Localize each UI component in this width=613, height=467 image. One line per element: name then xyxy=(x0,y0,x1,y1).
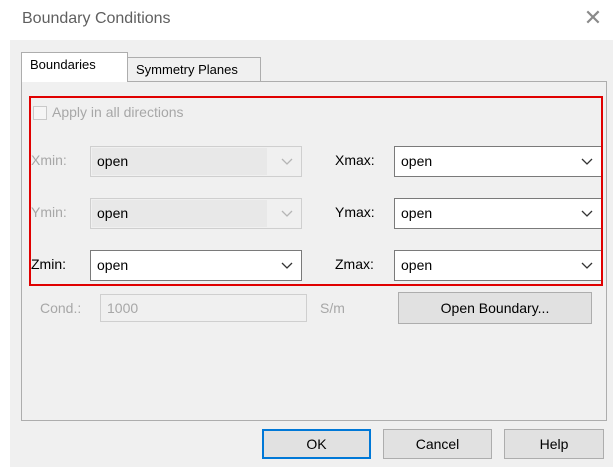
tab-boundaries[interactable]: Boundaries xyxy=(21,52,128,82)
chevron-down-icon xyxy=(281,210,293,217)
chevron-down-icon xyxy=(581,210,593,217)
ymax-value: open xyxy=(401,205,433,221)
tab-symmetry-planes-label: Symmetry Planes xyxy=(136,62,238,77)
xmax-label: Xmax: xyxy=(335,152,375,168)
chevron-down-icon xyxy=(581,262,593,269)
ymax-label: Ymax: xyxy=(335,204,375,220)
window-title: Boundary Conditions xyxy=(22,10,171,27)
zmax-select[interactable]: open xyxy=(394,250,602,281)
dialog-client: Boundaries Symmetry Planes Apply in all … xyxy=(10,40,613,467)
xmax-value: open xyxy=(401,153,433,169)
boundaries-panel: Apply in all directions Xmin: open Xmax:… xyxy=(21,81,607,421)
chevron-down-icon xyxy=(281,262,293,269)
chevron-down-icon xyxy=(281,158,293,165)
ok-button[interactable]: OK xyxy=(262,429,371,459)
ymin-label: Ymin: xyxy=(31,204,67,220)
xmax-select[interactable]: open xyxy=(394,146,602,177)
apply-all-checkbox[interactable] xyxy=(33,106,47,120)
apply-all-label: Apply in all directions xyxy=(52,104,184,120)
title-bar: Boundary Conditions ✕ xyxy=(0,0,613,40)
cond-unit: S/m xyxy=(320,300,345,316)
help-button[interactable]: Help xyxy=(504,429,604,459)
ymax-select[interactable]: open xyxy=(394,198,602,229)
ymin-value: open xyxy=(97,205,129,221)
open-boundary-button[interactable]: Open Boundary... xyxy=(398,292,592,324)
xmin-label: Xmin: xyxy=(31,152,67,168)
chevron-down-icon xyxy=(581,158,593,165)
cond-value: 1000 xyxy=(107,300,139,316)
zmax-value: open xyxy=(401,257,433,273)
zmax-label: Zmax: xyxy=(335,256,374,272)
zmin-value: open xyxy=(97,257,129,273)
zmin-label: Zmin: xyxy=(31,256,66,272)
cond-input[interactable]: 1000 xyxy=(100,294,307,322)
cancel-button[interactable]: Cancel xyxy=(383,429,492,459)
tab-symmetry-planes[interactable]: Symmetry Planes xyxy=(127,57,261,83)
close-icon[interactable]: ✕ xyxy=(581,6,605,30)
ymin-select[interactable]: open xyxy=(90,198,302,229)
tab-boundaries-label: Boundaries xyxy=(30,57,96,72)
xmin-select[interactable]: open xyxy=(90,146,302,177)
cond-label: Cond.: xyxy=(40,300,82,316)
zmin-select[interactable]: open xyxy=(90,250,302,281)
xmin-value: open xyxy=(97,153,129,169)
